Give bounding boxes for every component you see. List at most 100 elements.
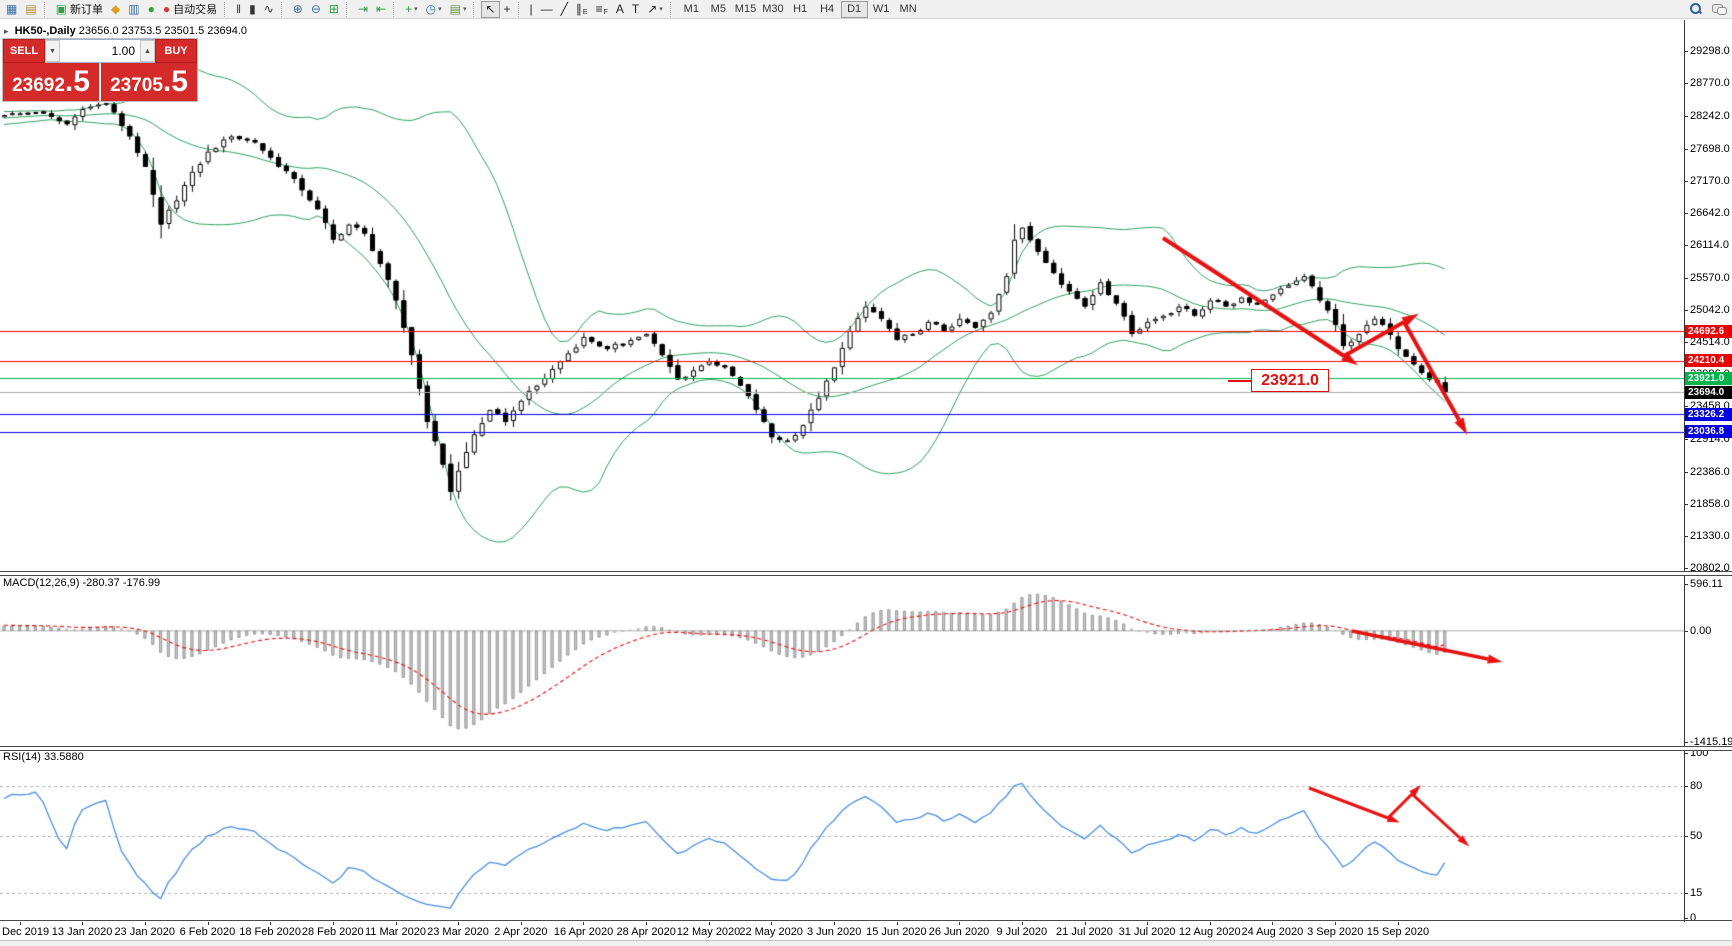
macd-scale-label: 596.11 bbox=[1690, 578, 1723, 590]
auto-scroll-button[interactable]: ⇥ bbox=[354, 1, 372, 18]
timeframe-m30-button[interactable]: M30 bbox=[759, 1, 786, 18]
text-button[interactable]: A bbox=[612, 1, 628, 18]
date-tick-mark bbox=[19, 922, 21, 925]
date-tick-mark bbox=[1021, 922, 1023, 925]
timeframe-mn-button[interactable]: MN bbox=[895, 1, 922, 18]
rsi-indicator-label: RSI(14) 33.5880 bbox=[3, 751, 84, 763]
new-chart-button[interactable]: ▦ bbox=[2, 1, 21, 18]
chart-candles-button[interactable]: ▮ bbox=[245, 1, 260, 18]
profiles-button[interactable]: ▤ bbox=[21, 1, 40, 18]
timeframe-m15-button[interactable]: M15 bbox=[732, 1, 759, 18]
rsi-scale-tick bbox=[1684, 918, 1688, 919]
volume-input[interactable] bbox=[60, 40, 140, 62]
profiles-icon: ▤ bbox=[25, 2, 37, 16]
chart-bars-icon: ‖ bbox=[236, 2, 242, 16]
sell-price-display[interactable]: 23692 .5 bbox=[3, 63, 101, 101]
navigator-icon: ● bbox=[147, 2, 155, 16]
zoom-in-icon: ⊕ bbox=[292, 2, 303, 16]
macd-panel-separator[interactable] bbox=[0, 571, 1732, 576]
equidistant-channel-button[interactable]: ∥ E bbox=[572, 1, 592, 18]
templates-icon: ▤ bbox=[449, 2, 461, 16]
date-axis-label: 15 Jun 2020 bbox=[866, 926, 927, 938]
timeframe-m5-button[interactable]: M5 bbox=[705, 1, 732, 18]
date-axis-label: 9 Jul 2020 bbox=[996, 926, 1048, 938]
timeframe-d1-button[interactable]: D1 bbox=[840, 0, 868, 18]
buy-button[interactable]: BUY bbox=[155, 39, 197, 63]
arrows-tool-dropdown-icon[interactable]: ▾ bbox=[659, 5, 663, 13]
date-axis-label: 12 Aug 2020 bbox=[1178, 926, 1241, 938]
crosshair-button[interactable]: + bbox=[500, 1, 515, 18]
navigator-button[interactable]: ● bbox=[144, 1, 159, 18]
price-tick-mark bbox=[1684, 567, 1688, 569]
date-axis-label: 23 Mar 2020 bbox=[427, 926, 489, 938]
rsi-scale-tick bbox=[1684, 786, 1688, 787]
sell-price-main: 23692 bbox=[12, 75, 65, 96]
chart-bars-button[interactable]: ‖ bbox=[232, 1, 245, 18]
timeframe-h1-button[interactable]: H1 bbox=[787, 1, 814, 18]
sell-button[interactable]: SELL bbox=[3, 39, 45, 63]
volume-increase-button[interactable]: ▲ bbox=[140, 40, 155, 62]
chart-window: ▸ HK50-,Daily 23656.0 23753.5 23501.5 23… bbox=[0, 20, 1732, 946]
data-window-button[interactable]: ▥ bbox=[124, 1, 143, 18]
date-axis-label: 2 Apr 2020 bbox=[494, 926, 548, 938]
date-tick-mark bbox=[646, 922, 648, 925]
search-icon[interactable] bbox=[1689, 2, 1702, 15]
price-axis-label: 24514.0 bbox=[1690, 336, 1730, 349]
cursor-button[interactable]: ↖ bbox=[481, 0, 500, 18]
chat-icon[interactable] bbox=[1712, 3, 1727, 15]
text-label-button[interactable]: T bbox=[628, 1, 643, 18]
trend-line-button[interactable]: ╱ bbox=[557, 1, 572, 18]
fibonacci-sub-label: F bbox=[603, 8, 608, 16]
indicators-dropdown-icon[interactable]: ▾ bbox=[414, 5, 418, 13]
periods-dropdown-icon[interactable]: ▾ bbox=[438, 5, 442, 13]
price-level-badge: 24692.6 bbox=[1685, 324, 1732, 338]
one-click-trading-panel: SELL ▼ ▲ BUY 23692 .5 23705 .5 bbox=[2, 38, 198, 102]
arrows-tool-button[interactable]: ↗ ▾ bbox=[643, 1, 667, 18]
new-order-button[interactable]: ▣ 新订单 bbox=[52, 1, 107, 18]
indicators-button[interactable]: + ▾ bbox=[401, 1, 422, 18]
text-icon: A bbox=[615, 2, 624, 16]
date-axis-label: 26 Jun 2020 bbox=[928, 926, 990, 938]
price-tick-mark bbox=[1684, 310, 1688, 312]
chart-line-button[interactable]: ∿ bbox=[260, 1, 278, 18]
price-tick-mark bbox=[1684, 51, 1688, 53]
timeframe-w1-button[interactable]: W1 bbox=[868, 1, 895, 18]
fibonacci-button[interactable]: ≡ F bbox=[592, 1, 612, 18]
trend-line-icon: ╱ bbox=[560, 2, 568, 16]
templates-dropdown-icon[interactable]: ▾ bbox=[463, 5, 467, 13]
date-axis-label: 23 Jan 2020 bbox=[114, 926, 175, 938]
zoom-out-button[interactable]: ⊖ bbox=[307, 1, 325, 18]
equidistant-channel-icon: ∥ bbox=[575, 2, 582, 16]
market-watch-button[interactable]: ◆ bbox=[107, 1, 124, 18]
date-axis-label: 3 Jun 2020 bbox=[806, 926, 862, 938]
vertical-line-button[interactable]: | bbox=[526, 1, 537, 18]
timeframe-m1-button[interactable]: M1 bbox=[678, 1, 705, 18]
templates-button[interactable]: ▤ ▾ bbox=[446, 1, 471, 18]
rsi-scale-tick bbox=[1684, 753, 1688, 754]
rsi-scale-tick bbox=[1684, 835, 1688, 837]
price-axis-label: 28770.0 bbox=[1690, 77, 1730, 90]
chart-shift-button[interactable]: ⇤ bbox=[372, 1, 390, 18]
price-annotation-leader bbox=[1228, 380, 1251, 382]
buy-price-display[interactable]: 23705 .5 bbox=[101, 63, 197, 101]
rsi-panel-separator[interactable] bbox=[0, 746, 1732, 751]
price-axis-label: 26642.0 bbox=[1690, 206, 1730, 219]
toolbar-separator bbox=[517, 1, 522, 17]
price-chart-canvas[interactable] bbox=[0, 20, 1684, 922]
periods-button[interactable]: ◷ ▾ bbox=[422, 1, 446, 18]
price-tick-mark bbox=[1684, 83, 1688, 85]
price-tick-mark bbox=[1684, 342, 1688, 344]
volume-decrease-button[interactable]: ▼ bbox=[45, 40, 60, 62]
tile-windows-button[interactable]: ⊞ bbox=[325, 1, 343, 18]
date-axis-label: 24 Aug 2020 bbox=[1241, 926, 1304, 938]
date-axis-label: 21 Jul 2020 bbox=[1056, 926, 1113, 938]
date-axis[interactable]: Dec 2019 13 Jan 2020 23 Jan 2020 6 Feb 2020… bbox=[0, 922, 1732, 940]
price-annotation[interactable]: 23921.0 bbox=[1251, 369, 1329, 392]
chart-title-marker-icon: ▸ bbox=[4, 26, 9, 36]
horizontal-line-button[interactable]: — bbox=[537, 1, 557, 18]
zoom-in-button[interactable]: ⊕ bbox=[289, 1, 307, 18]
date-tick-mark bbox=[82, 922, 84, 925]
rsi-scale-tick bbox=[1684, 893, 1688, 895]
timeframe-h4-button[interactable]: H4 bbox=[814, 1, 841, 18]
auto-trading-button[interactable]: ● 自动交易 bbox=[159, 1, 221, 18]
